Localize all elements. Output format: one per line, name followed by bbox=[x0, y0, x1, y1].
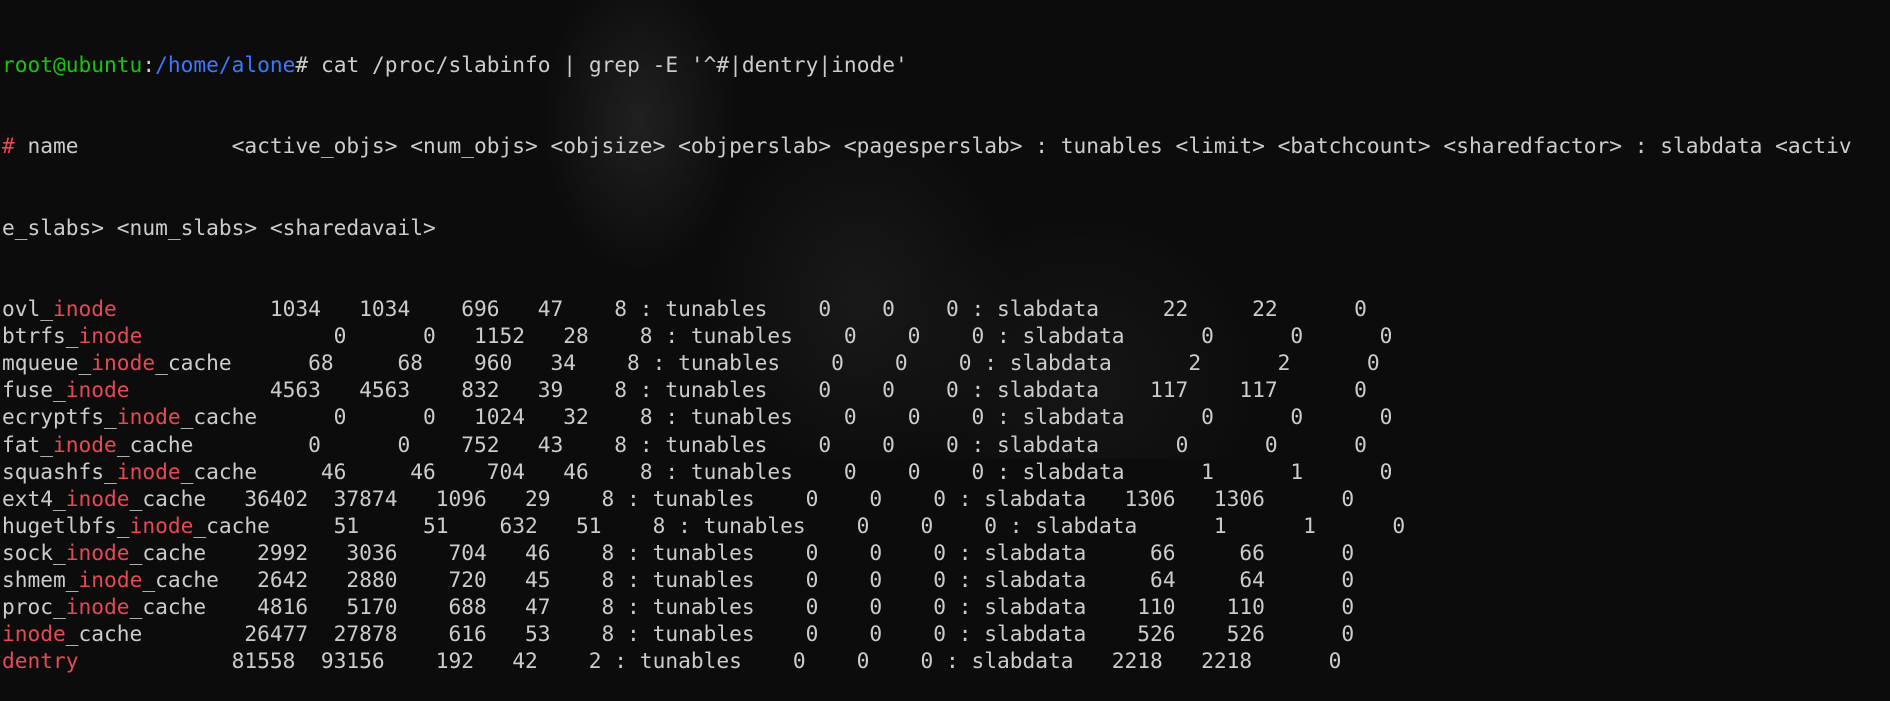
slab-name-suffix: _cache bbox=[116, 431, 194, 457]
slab-name-match: inode bbox=[53, 296, 117, 322]
slab-row: shmem_inode_cache 2642 2880 720 45 8 : t… bbox=[2, 566, 1852, 593]
slab-row-values: 4563 4563 832 39 8 : tunables 0 0 0 : sl… bbox=[129, 377, 1367, 403]
slab-row-values: 1034 1034 696 47 8 : tunables 0 0 0 : sl… bbox=[116, 296, 1367, 322]
slab-name-match: inode bbox=[53, 431, 117, 457]
slab-row-values: 51 51 632 51 8 : tunables 0 0 0 : slabda… bbox=[269, 512, 1406, 538]
slab-name-prefix: ecryptfs_ bbox=[2, 404, 117, 430]
prompt-user-host: root@ubuntu bbox=[2, 52, 143, 78]
slab-row: fat_inode_cache 0 0 752 43 8 : tunables … bbox=[2, 431, 1852, 458]
slab-name-match: inode bbox=[65, 377, 130, 403]
slab-name-match: dentry bbox=[2, 648, 79, 674]
slab-row: proc_inode_cache 4816 5170 688 47 8 : tu… bbox=[2, 593, 1852, 620]
slab-name-match: inode bbox=[65, 594, 130, 620]
slab-name-suffix: _cache bbox=[129, 539, 207, 565]
slab-row: ovl_inode 1034 1034 696 47 8 : tunables … bbox=[2, 295, 1852, 322]
slab-row: squashfs_inode_cache 46 46 704 46 8 : tu… bbox=[2, 458, 1852, 485]
slab-row-values: 2642 2880 720 45 8 : tunables 0 0 0 : sl… bbox=[218, 566, 1355, 592]
slab-name-match: inode bbox=[78, 566, 143, 592]
slab-name-match: inode bbox=[91, 350, 156, 376]
prompt-symbol: # bbox=[295, 52, 309, 78]
terminal-output[interactable]: root@ubuntu:/home/alone# cat /proc/slabi… bbox=[2, 0, 1852, 701]
slab-row-values: 2992 3036 704 46 8 : tunables 0 0 0 : sl… bbox=[206, 539, 1355, 565]
slab-name-suffix: _cache bbox=[180, 458, 258, 484]
slab-name-suffix: _cache bbox=[193, 512, 270, 538]
slab-row: mqueue_inode_cache 68 68 960 34 8 : tuna… bbox=[2, 349, 1852, 376]
slab-name-prefix: sock_ bbox=[2, 539, 66, 565]
slab-name-prefix: fuse_ bbox=[2, 377, 66, 403]
slab-name-prefix: ovl_ bbox=[2, 296, 54, 322]
slab-name-prefix: shmem_ bbox=[2, 566, 79, 592]
slab-name-prefix: proc_ bbox=[2, 594, 66, 620]
slab-name-match: inode bbox=[65, 485, 130, 511]
slab-name-match: inode bbox=[116, 404, 181, 430]
prompt-path: /home/alone bbox=[155, 52, 296, 78]
slab-row-values: 36402 37874 1096 29 8 : tunables 0 0 0 :… bbox=[206, 485, 1355, 511]
header-line-1: # name <active_objs> <num_objs> <objsize… bbox=[2, 132, 1852, 159]
slab-row-values: 81558 93156 192 42 2 : tunables 0 0 0 : … bbox=[78, 648, 1342, 674]
slab-row-values: 68 68 960 34 8 : tunables 0 0 0 : slabda… bbox=[231, 350, 1380, 376]
slab-name-suffix: _cache bbox=[129, 594, 207, 620]
slab-row: btrfs_inode 0 0 1152 28 8 : tunables 0 0… bbox=[2, 322, 1852, 349]
header-line-2: e_slabs> <num_slabs> <sharedavail> bbox=[2, 214, 436, 240]
slab-name-suffix: _cache bbox=[142, 566, 219, 592]
header-hash: # bbox=[2, 133, 15, 159]
slab-name-match: inode bbox=[129, 512, 194, 538]
slab-row: sock_inode_cache 2992 3036 704 46 8 : tu… bbox=[2, 539, 1852, 566]
slab-row-values: 46 46 704 46 8 : tunables 0 0 0 : slabda… bbox=[257, 458, 1393, 484]
slab-row: hugetlbfs_inode_cache 51 51 632 51 8 : t… bbox=[2, 512, 1852, 539]
slab-name-prefix: fat_ bbox=[2, 431, 54, 457]
slab-row: ecryptfs_inode_cache 0 0 1024 32 8 : tun… bbox=[2, 403, 1852, 430]
slab-row-values: 0 0 752 43 8 : tunables 0 0 0 : slabdata… bbox=[193, 431, 1367, 457]
slab-name-prefix: ext4_ bbox=[2, 485, 66, 511]
prompt-line: root@ubuntu:/home/alone# cat /proc/slabi… bbox=[2, 51, 1852, 78]
slab-name-suffix: _cache bbox=[65, 621, 143, 647]
slab-name-prefix: mqueue_ bbox=[2, 350, 92, 376]
slab-name-prefix: squashfs_ bbox=[2, 458, 117, 484]
slab-name-match: inode bbox=[2, 621, 66, 647]
slab-name-prefix: hugetlbfs_ bbox=[2, 512, 130, 538]
prompt-colon: : bbox=[142, 52, 156, 78]
slab-name-suffix: _cache bbox=[129, 485, 207, 511]
slab-row-values: 26477 27878 616 53 8 : tunables 0 0 0 : … bbox=[142, 621, 1355, 647]
slab-rows: ovl_inode 1034 1034 696 47 8 : tunables … bbox=[2, 295, 1852, 674]
slab-row-values: 4816 5170 688 47 8 : tunables 0 0 0 : sl… bbox=[206, 594, 1355, 620]
slab-row: fuse_inode 4563 4563 832 39 8 : tunables… bbox=[2, 376, 1852, 403]
slab-name-match: inode bbox=[78, 323, 143, 349]
command-text: cat /proc/slabinfo | grep -E '^#|dentry|… bbox=[308, 52, 908, 78]
slab-row-values: 0 0 1152 28 8 : tunables 0 0 0 : slabdat… bbox=[142, 323, 1393, 349]
slab-row: inode_cache 26477 27878 616 53 8 : tunab… bbox=[2, 620, 1852, 647]
slab-name-match: inode bbox=[65, 539, 130, 565]
slab-name-prefix: btrfs_ bbox=[2, 323, 79, 349]
header-columns: name <active_objs> <num_objs> <objsize> … bbox=[14, 133, 1852, 159]
slab-row: ext4_inode_cache 36402 37874 1096 29 8 :… bbox=[2, 485, 1852, 512]
slab-name-suffix: _cache bbox=[180, 404, 258, 430]
slab-row-values: 0 0 1024 32 8 : tunables 0 0 0 : slabdat… bbox=[257, 404, 1393, 430]
slab-row: dentry 81558 93156 192 42 2 : tunables 0… bbox=[2, 647, 1852, 674]
slab-name-suffix: _cache bbox=[155, 350, 232, 376]
slab-name-match: inode bbox=[116, 458, 181, 484]
